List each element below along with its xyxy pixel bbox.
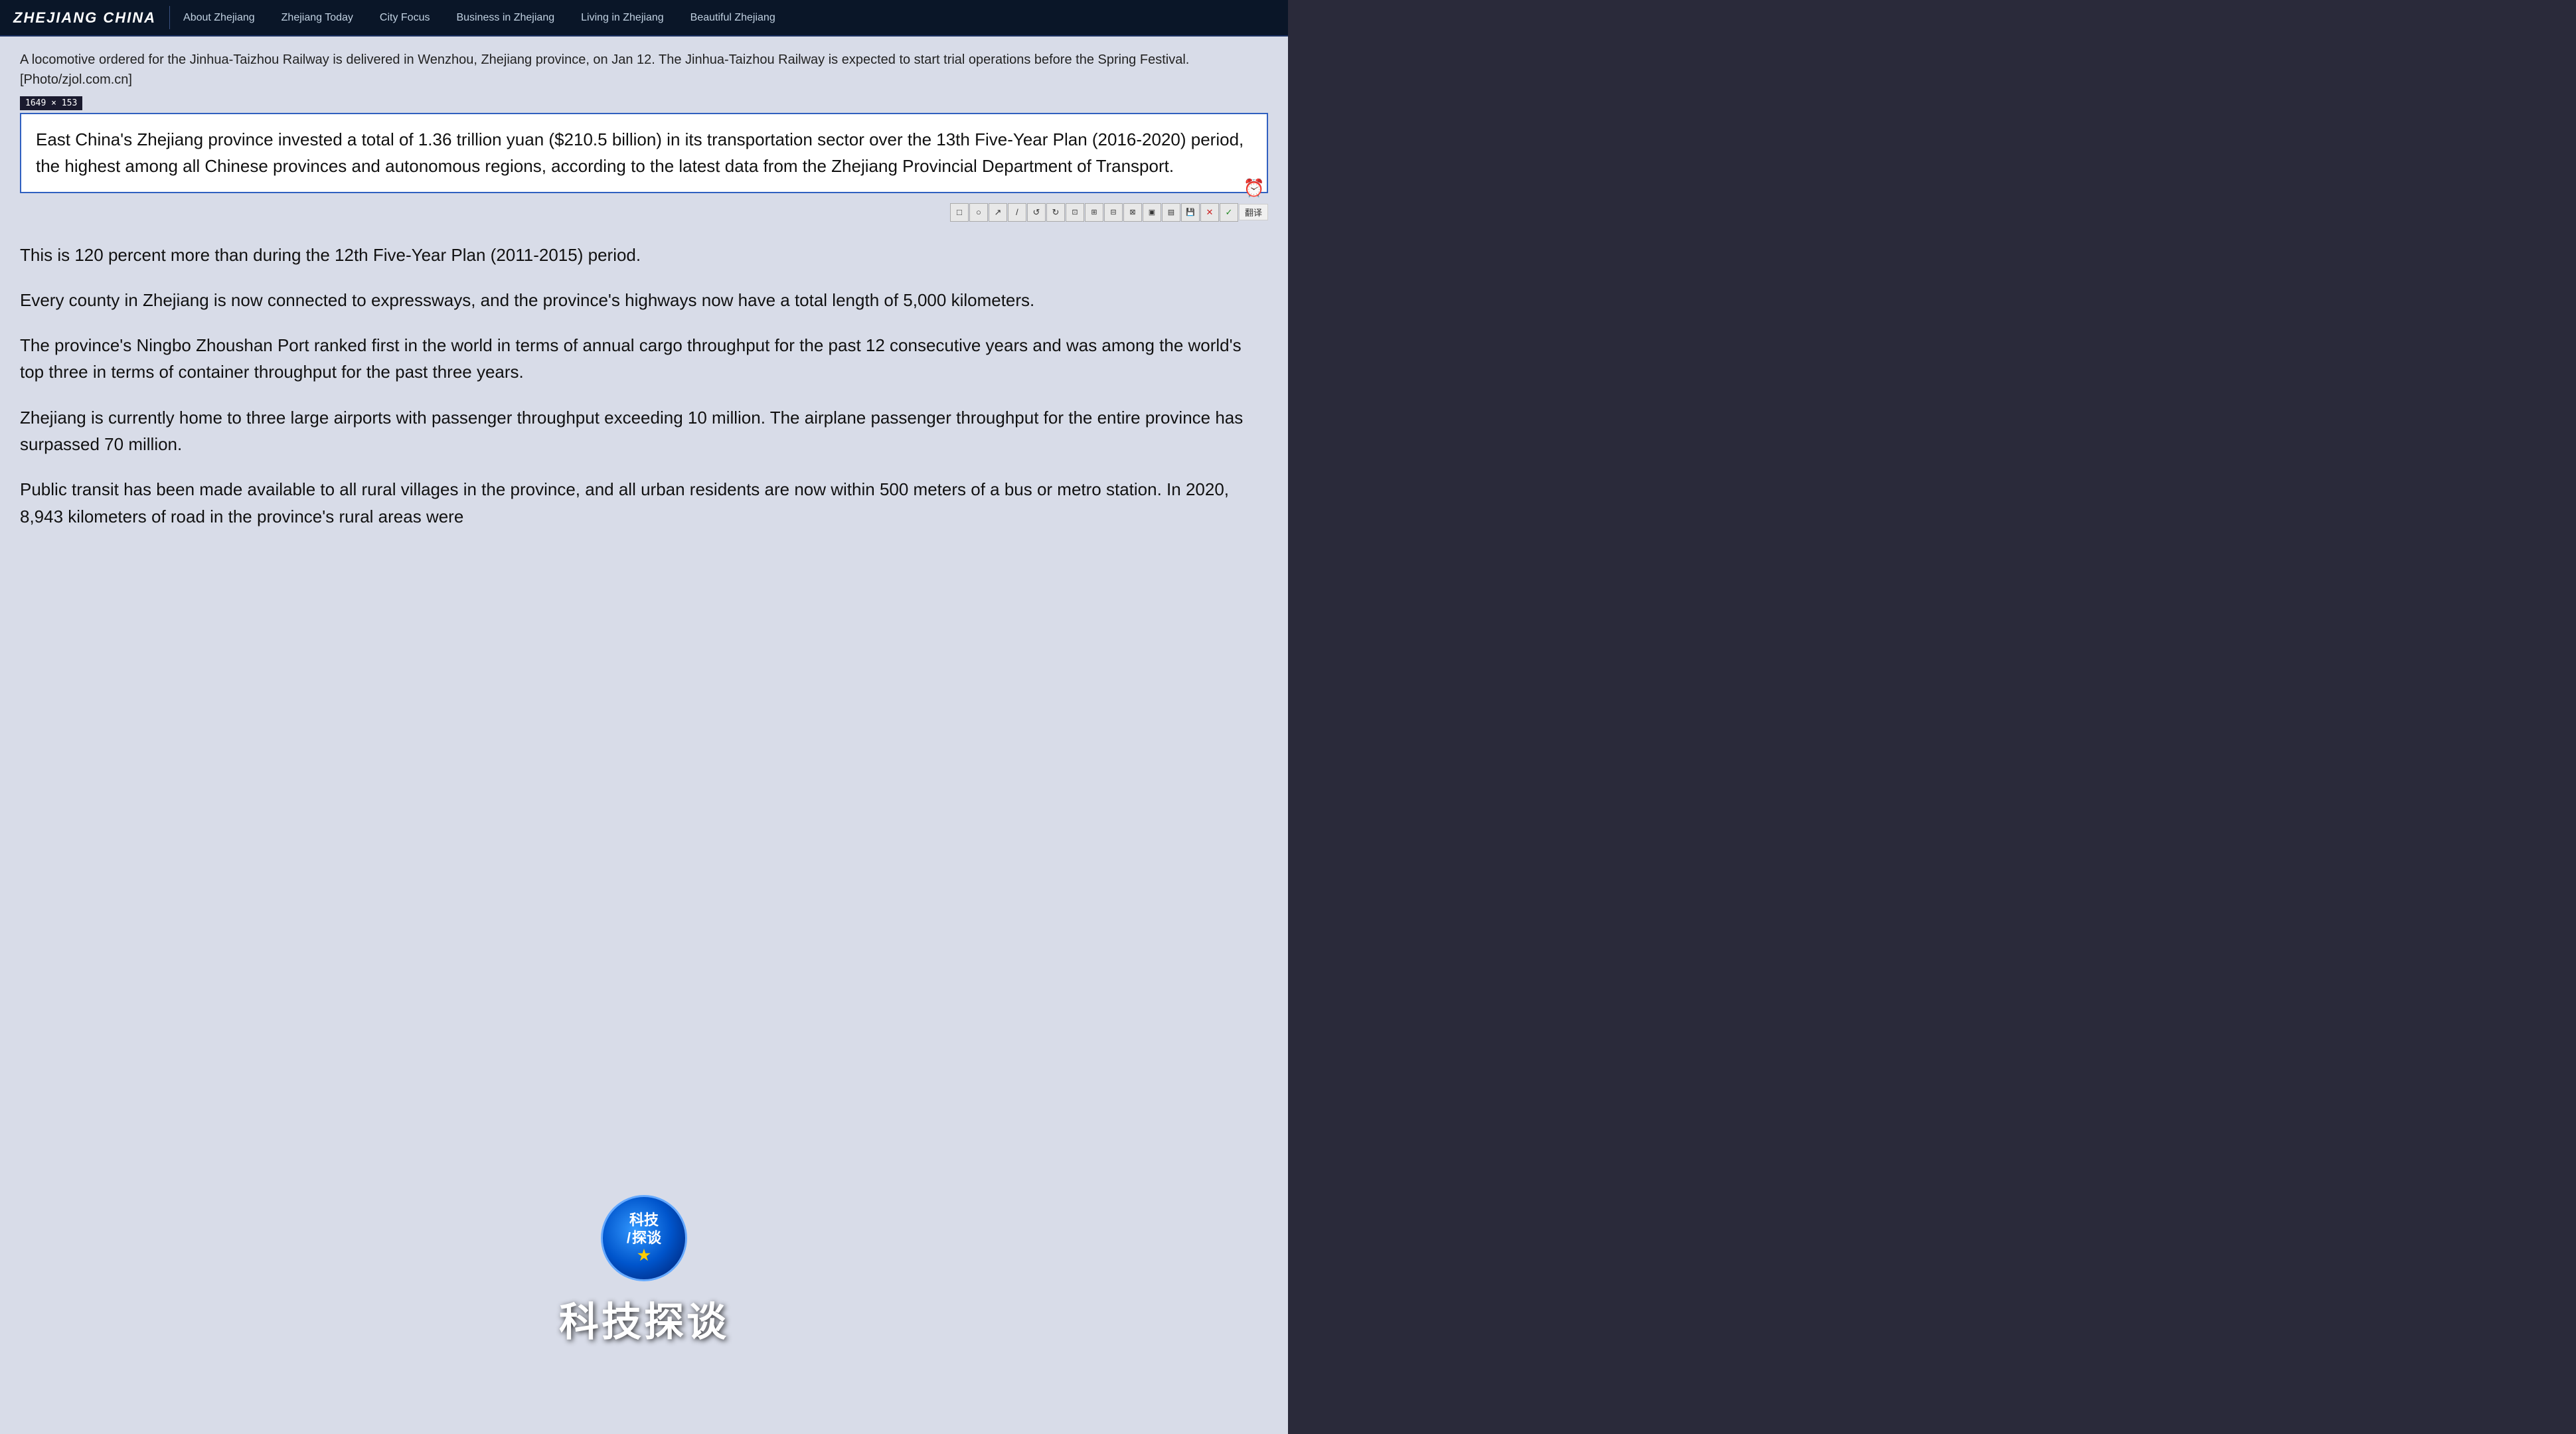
toolbar-select3[interactable]: ⊟ xyxy=(1104,203,1123,222)
selected-text-block: East China's Zhejiang province invested … xyxy=(20,113,1268,193)
floating-circle: 科技 / 探谈 ★ xyxy=(601,1195,687,1281)
floating-slash: / xyxy=(627,1230,631,1247)
nav-links: About Zhejiang Zhejiang Today City Focus… xyxy=(183,12,775,24)
clock-icon: ⏰ xyxy=(1244,178,1265,198)
floating-label: 科技探谈 xyxy=(559,1290,729,1348)
toolbar-select4[interactable]: ⊠ xyxy=(1123,203,1142,222)
toolbar-rect[interactable]: □ xyxy=(950,203,969,222)
toolbar-row: □ ○ ↗ / ↺ ↻ ⊡ ⊞ ⊟ ⊠ ▣ ▤ 💾 ✕ ✓ 翻译 xyxy=(20,203,1268,222)
paragraph-4: Zhejiang is currently home to three larg… xyxy=(20,404,1268,458)
caption-text: A locomotive ordered for the Jinhua-Taiz… xyxy=(20,50,1268,90)
floating-circle-line1: 科技 xyxy=(627,1212,661,1229)
toolbar-undo[interactable]: ↺ xyxy=(1027,203,1046,222)
star-icon: ★ xyxy=(637,1247,651,1263)
paragraph-3: The province's Ningbo Zhoushan Port rank… xyxy=(20,332,1268,386)
paragraph-2: Every county in Zhejiang is now connecte… xyxy=(20,287,1268,313)
nav-today[interactable]: Zhejiang Today xyxy=(282,12,353,24)
toolbar-line[interactable]: / xyxy=(1008,203,1026,222)
toolbar-close[interactable]: ✕ xyxy=(1200,203,1219,222)
nav-divider xyxy=(169,6,170,29)
nav-city[interactable]: City Focus xyxy=(380,12,430,24)
nav-beautiful[interactable]: Beautiful Zhejiang xyxy=(690,12,775,24)
header: ZHEJIANG CHINA About Zhejiang Zhejiang T… xyxy=(0,0,1288,37)
selected-paragraph: East China's Zhejiang province invested … xyxy=(36,126,1252,180)
nav-living[interactable]: Living in Zhejiang xyxy=(581,12,664,24)
body-text: This is 120 percent more than during the… xyxy=(20,242,1268,530)
nav-about[interactable]: About Zhejiang xyxy=(183,12,255,24)
translate-button[interactable]: 翻译 xyxy=(1239,204,1268,220)
floating-circle-line2: 探谈 xyxy=(632,1230,661,1247)
toolbar-confirm[interactable]: ✓ xyxy=(1220,203,1238,222)
toolbar-arrow[interactable]: ↗ xyxy=(989,203,1007,222)
clock-icon-area: ⏰ xyxy=(1244,178,1265,199)
toolbar-circle[interactable]: ○ xyxy=(969,203,988,222)
toolbar-save[interactable]: 💾 xyxy=(1181,203,1200,222)
paragraph-1: This is 120 percent more than during the… xyxy=(20,242,1268,268)
toolbar-redo[interactable]: ↻ xyxy=(1046,203,1065,222)
dimension-badge: 1649 × 153 xyxy=(20,96,82,110)
toolbar-select6[interactable]: ▤ xyxy=(1162,203,1180,222)
caption-label: A locomotive ordered for the Jinhua-Taiz… xyxy=(20,52,1189,87)
toolbar-select2[interactable]: ⊞ xyxy=(1085,203,1103,222)
toolbar-select1[interactable]: ⊡ xyxy=(1066,203,1084,222)
nav-business[interactable]: Business in Zhejiang xyxy=(456,12,554,24)
site-title: ZHEJIANG CHINA xyxy=(13,9,156,27)
paragraph-5: Public transit has been made available t… xyxy=(20,476,1268,530)
toolbar-select5[interactable]: ▣ xyxy=(1143,203,1161,222)
